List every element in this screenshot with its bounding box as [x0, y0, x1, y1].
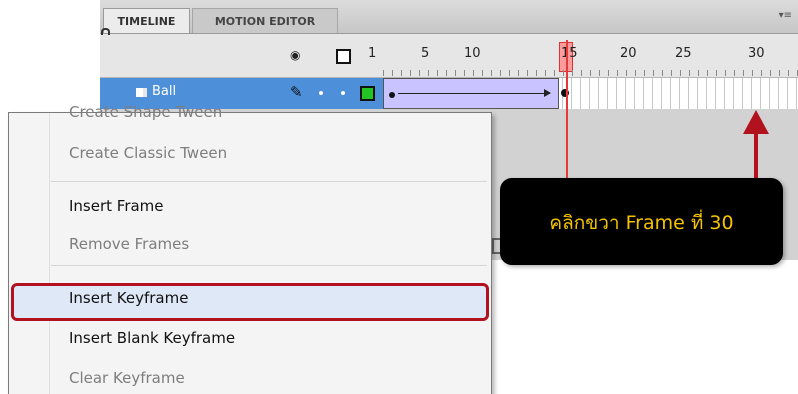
menu-item-insert-frame[interactable]: Insert Frame: [69, 197, 164, 215]
frame-number: 10: [464, 46, 481, 61]
callout-arrow-head: [743, 110, 769, 134]
outline-icon[interactable]: [336, 49, 351, 64]
menu-item-remove-frames[interactable]: Remove Frames: [69, 235, 189, 253]
layer-name[interactable]: Ball: [152, 84, 176, 99]
eye-icon[interactable]: ◉: [290, 48, 300, 62]
menu-separator: [51, 181, 487, 182]
frame-number: 15: [561, 46, 578, 61]
frame-number: 30: [748, 46, 765, 61]
layer-icon: [136, 88, 147, 97]
menu-item-create-classic-tween[interactable]: Create Classic Tween: [69, 144, 227, 162]
frame-number: 25: [675, 46, 692, 61]
lock-dot-icon[interactable]: [341, 91, 345, 95]
frame-number: 20: [620, 46, 637, 61]
tab-motion-editor[interactable]: MOTION EDITOR: [192, 8, 338, 33]
menu-item-clear-keyframe[interactable]: Clear Keyframe: [69, 369, 185, 387]
context-menu: Create Shape Tween Create Classic Tween …: [8, 103, 492, 394]
classic-tween-span[interactable]: [383, 78, 559, 109]
screenshot-stage: TIMELINE MOTION EDITOR ▾≡ ◉ 1 5 10 15 20…: [0, 0, 798, 394]
frame-ruler[interactable]: [383, 70, 798, 76]
menu-icon-gutter: [49, 113, 50, 394]
menu-item-insert-blank-keyframe[interactable]: Insert Blank Keyframe: [69, 329, 235, 347]
panel-tab-bar: TIMELINE MOTION EDITOR ▾≡: [100, 0, 798, 34]
menu-separator: [51, 265, 487, 266]
visibility-dot-icon[interactable]: [319, 91, 323, 95]
tab-timeline[interactable]: TIMELINE: [103, 8, 190, 33]
panel-menu-icon[interactable]: ▾≡: [779, 10, 792, 21]
instruction-callout: คลิกขวา Frame ที่ 30: [500, 178, 783, 265]
pencil-icon: ✎: [290, 83, 303, 101]
keyframe-start[interactable]: [389, 92, 395, 98]
frames-grid[interactable]: [383, 78, 798, 109]
callout-text: คลิกขวา Frame ที่ 30: [549, 212, 734, 234]
tween-arrow: [398, 89, 551, 97]
callout-arrow-shaft: [754, 132, 758, 180]
menu-item-create-shape-tween[interactable]: Create Shape Tween: [69, 103, 222, 121]
frame-number: 1: [368, 46, 377, 61]
frame-number: 5: [421, 46, 430, 61]
timeline-header: ◉ 1 5 10 15 20 25 30: [100, 34, 798, 78]
layer-outline-color[interactable]: [360, 86, 375, 101]
menu-item-insert-keyframe[interactable]: Insert Keyframe: [69, 289, 188, 307]
